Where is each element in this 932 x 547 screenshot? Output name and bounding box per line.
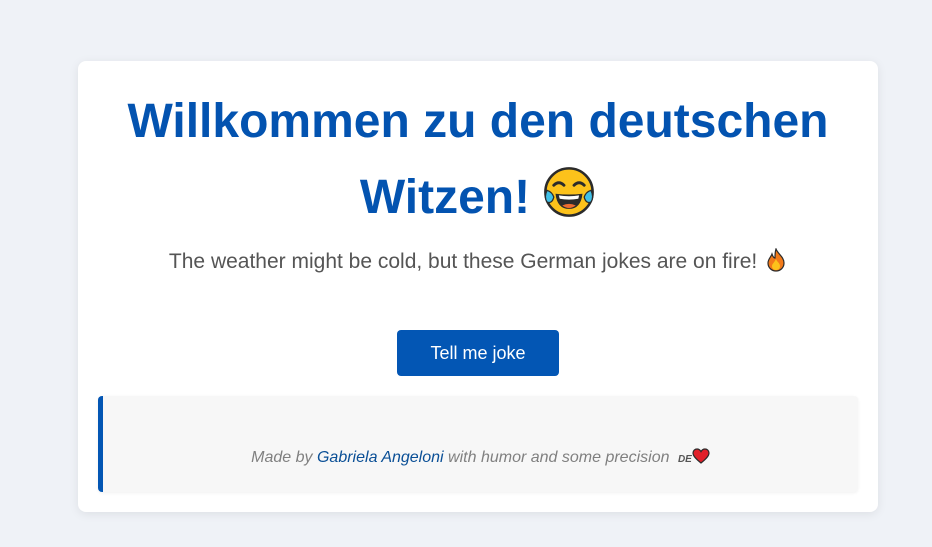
page-title: Willkommen zu den deutschen Witzen! — [78, 84, 878, 236]
laughing-tears-icon — [544, 167, 594, 217]
author-link[interactable]: Gabriela Angeloni — [317, 449, 444, 466]
footer-credit: Made by Gabriela Angeloni with humor and… — [103, 448, 858, 470]
footer-made-by: Made by — [251, 449, 313, 466]
tell-joke-button[interactable]: Tell me joke — [397, 330, 559, 376]
title-line-2-text: Witzen! — [359, 171, 531, 224]
footer-suffix: with humor and some precision — [448, 449, 670, 466]
title-line-1: Willkommen zu den deutschen — [127, 95, 829, 148]
joke-panel: Made by Gabriela Angeloni with humor and… — [98, 396, 858, 492]
title-line-2: Witzen! — [78, 160, 878, 236]
fire-icon — [767, 248, 785, 272]
subtitle-text: The weather might be cold, but these Ger… — [168, 250, 758, 273]
de-flag-label: DE — [677, 454, 692, 465]
heart-icon — [692, 448, 710, 464]
subtitle: The weather might be cold, but these Ger… — [78, 247, 878, 277]
main-card: Willkommen zu den deutschen Witzen! The … — [78, 61, 878, 512]
